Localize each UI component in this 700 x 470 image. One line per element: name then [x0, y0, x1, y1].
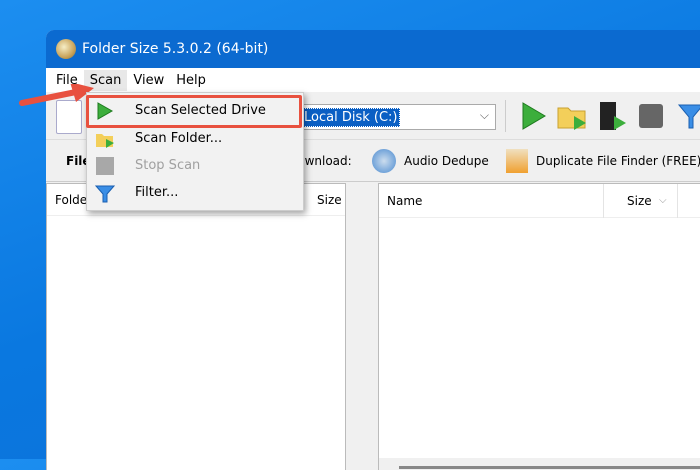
horizontal-scrollbar[interactable]: [379, 458, 700, 470]
menu-item-stop-scan: Stop Scan: [87, 152, 303, 179]
toolbar-divider: [505, 100, 506, 132]
folder-tree-pane: Folder Size: [46, 183, 346, 470]
file-list-header: Name Size ⌵: [379, 184, 700, 218]
folder-play-icon: [96, 133, 114, 148]
window-title: Folder Size 5.3.0.2 (64-bit): [82, 41, 269, 57]
menu-item-label: Stop Scan: [135, 158, 201, 173]
filter-icon: [95, 185, 115, 202]
stop-icon: [96, 156, 114, 175]
menu-bar: File Scan View Help: [46, 68, 700, 92]
audio-dedupe-icon: [372, 148, 396, 173]
drive-select[interactable]: Local Disk (C:) ⌵: [298, 104, 496, 130]
duplicate-finder-link[interactable]: Duplicate File Finder (FREE): [536, 154, 700, 168]
drive-select-value: Local Disk (C:): [301, 108, 401, 127]
menu-item-label: Scan Folder...: [135, 131, 223, 146]
filter-button[interactable]: [676, 100, 700, 132]
sort-chevron-icon: ⌵: [659, 195, 667, 206]
duplicate-finder-icon: [506, 148, 528, 173]
audio-dedupe-link[interactable]: Audio Dedupe: [404, 154, 489, 168]
app-icon: [56, 39, 76, 59]
menu-item-scan-folder[interactable]: Scan Folder...: [87, 125, 303, 152]
scan-drive-button[interactable]: [518, 100, 548, 132]
menu-item-filter[interactable]: Filter...: [87, 179, 303, 206]
column-size[interactable]: Size: [317, 193, 342, 207]
scan-folder-button[interactable]: [556, 100, 586, 132]
highlight-box-annotation: [86, 95, 302, 128]
chevron-down-icon[interactable]: ⌵: [480, 108, 489, 123]
file-list-pane: Name Size ⌵: [378, 183, 700, 470]
menu-item-label: Filter...: [135, 185, 179, 200]
menu-view[interactable]: View: [127, 70, 170, 91]
column-size[interactable]: Size: [627, 194, 652, 208]
title-bar: Folder Size 5.3.0.2 (64-bit): [46, 30, 700, 68]
column-name[interactable]: Name: [387, 194, 422, 208]
menu-help[interactable]: Help: [170, 70, 212, 91]
scan-network-button[interactable]: [596, 100, 626, 132]
stop-scan-button[interactable]: [636, 100, 666, 132]
